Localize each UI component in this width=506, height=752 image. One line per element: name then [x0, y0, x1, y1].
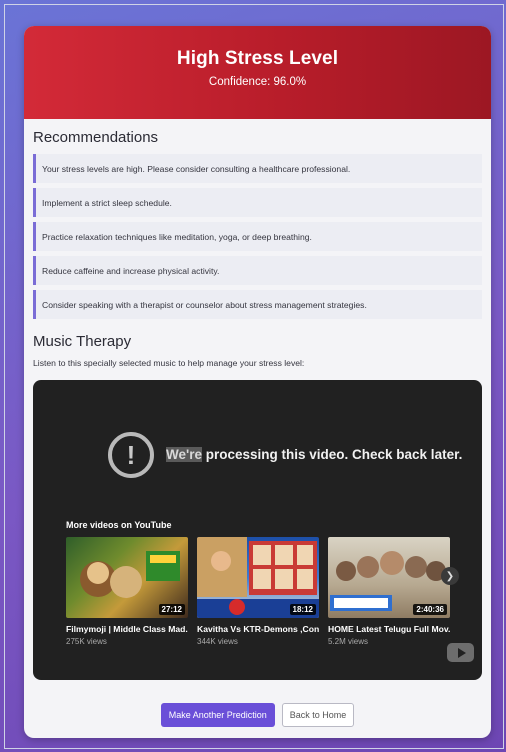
video-title[interactable]: Kavitha Vs KTR-Demons ,Con... [197, 624, 319, 634]
result-header: High Stress Level Confidence: 96.0% [24, 26, 491, 119]
recommendation-item: Implement a strict sleep schedule. [33, 188, 482, 217]
video-views: 344K views [197, 637, 238, 646]
video-duration: 27:12 [158, 604, 185, 615]
result-card: High Stress Level Confidence: 96.0% Reco… [24, 26, 491, 738]
recommendations-heading: Recommendations [33, 129, 159, 146]
music-therapy-subtitle: Listen to this specially selected music … [33, 358, 305, 368]
video-error-message: We're processing this video. Check back … [166, 447, 463, 462]
suggested-video-1[interactable]: 27:12 Filmymoji | Middle Class Mad... 27… [66, 537, 188, 646]
video-thumbnail[interactable]: 27:12 [66, 537, 188, 618]
suggested-video-3[interactable]: 2:40:36 HOME Latest Telugu Full Mov... 5… [328, 537, 450, 646]
video-title[interactable]: HOME Latest Telugu Full Mov... [328, 624, 450, 634]
recommendation-item: Reduce caffeine and increase physical ac… [33, 256, 482, 285]
more-videos-label: More videos on YouTube [66, 520, 172, 530]
youtube-embed-player[interactable]: ! We're processing this video. Check bac… [33, 380, 482, 680]
stress-level-title: High Stress Level [176, 48, 339, 69]
video-thumbnail[interactable]: 18:12 [197, 537, 319, 618]
video-duration: 18:12 [289, 604, 316, 615]
video-views: 5.2M views [328, 637, 369, 646]
recommendations-list: Your stress levels are high. Please cons… [33, 154, 482, 319]
exclamation-icon: ! [108, 432, 154, 478]
youtube-logo-icon[interactable] [447, 643, 474, 662]
back-to-home-button[interactable]: Back to Home [281, 703, 355, 727]
video-duration: 2:40:36 [413, 604, 447, 615]
recommendations-section: Recommendations Your stress levels are h… [24, 129, 491, 680]
music-therapy-heading: Music Therapy [33, 333, 132, 350]
suggested-video-2[interactable]: 18:12 Kavitha Vs KTR-Demons ,Con... 344K… [197, 537, 319, 646]
video-thumbnail[interactable]: 2:40:36 [328, 537, 450, 618]
recommendation-item: Practice relaxation techniques like medi… [33, 222, 482, 251]
recommendation-item: Consider speaking with a therapist or co… [33, 290, 482, 319]
recommendation-item: Your stress levels are high. Please cons… [33, 154, 482, 183]
video-title[interactable]: Filmymoji | Middle Class Mad... [66, 624, 188, 634]
make-another-prediction-button[interactable]: Make Another Prediction [160, 703, 275, 727]
action-buttons: Make Another Prediction Back to Home [24, 703, 491, 727]
confidence-label: Confidence: 96.0% [208, 76, 307, 88]
next-arrow-icon[interactable]: ❯ [441, 567, 459, 585]
video-views: 275K views [66, 637, 107, 646]
